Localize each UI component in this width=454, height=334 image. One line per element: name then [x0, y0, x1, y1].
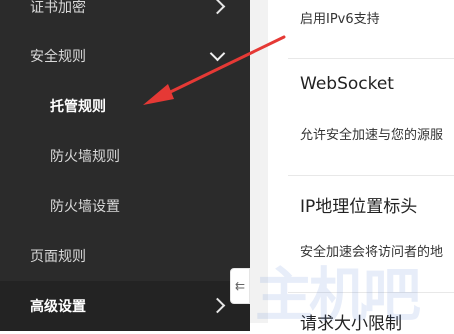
- sidebar-item-label: 防火墙设置: [50, 199, 120, 215]
- sidebar-item-firewall-settings[interactable]: 防火墙设置: [0, 181, 250, 231]
- section-divider: [288, 175, 454, 176]
- collapse-sidebar-button[interactable]: ⇇: [230, 268, 250, 304]
- chevron-right-icon: [209, 0, 226, 15]
- sidebar-item-label: 证书加密: [30, 0, 86, 16]
- sidebar-item-advanced-settings[interactable]: 高级设置: [0, 281, 250, 331]
- ip-geolocation-title: IP地理位置标头: [300, 197, 418, 217]
- chevron-down-icon: [209, 45, 226, 62]
- sidebar-item-security-rules[interactable]: 安全规则: [0, 31, 250, 81]
- sidebar-item-label: 高级设置: [30, 299, 86, 315]
- sidebar: 证书加密 安全规则 托管规则 防火墙规则 防火墙设置 页面规则 高级设置: [0, 0, 250, 331]
- sidebar-item-label: 安全规则: [30, 49, 86, 65]
- sidebar-item-firewall-rules[interactable]: 防火墙规则: [0, 131, 250, 181]
- chevron-right-icon: [209, 297, 226, 314]
- collapse-icon: ⇇: [234, 279, 246, 293]
- ipv6-description: 启用IPv6支持: [300, 12, 380, 27]
- websocket-description: 允许安全加速与您的源服: [300, 128, 444, 143]
- sidebar-item-page-rules[interactable]: 页面规则: [0, 231, 250, 281]
- sidebar-item-managed-rules[interactable]: 托管规则: [0, 81, 250, 131]
- section-divider: [288, 58, 454, 59]
- sidebar-item-label: 页面规则: [30, 249, 86, 265]
- watermark: 主机吧: [255, 261, 421, 329]
- sidebar-item-label: 托管规则: [50, 99, 106, 115]
- websocket-title: WebSocket: [300, 74, 394, 94]
- sidebar-item-cert-encryption[interactable]: 证书加密: [0, 0, 250, 32]
- sidebar-item-label: 防火墙规则: [50, 149, 120, 165]
